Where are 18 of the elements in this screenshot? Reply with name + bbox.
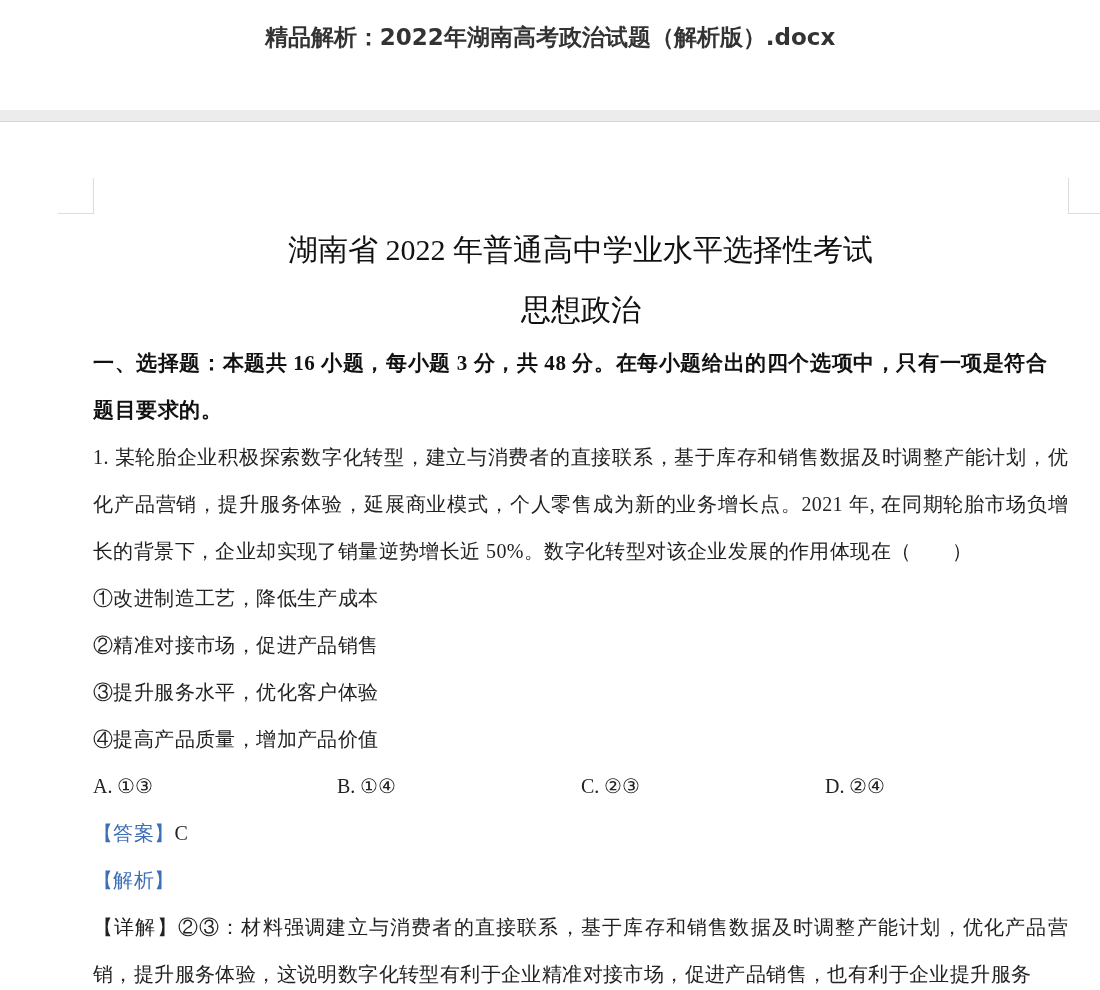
subject-title: 思想政治 xyxy=(519,292,642,328)
answer-choice: B. ①④ xyxy=(337,774,398,799)
answer-choice: D. ②④ xyxy=(825,774,887,799)
answer-line: 【答案】C xyxy=(93,821,190,846)
document-title: 精品解析：2022年湖南高考政治试题（解析版）.docx xyxy=(264,23,836,52)
option-text: ④提高产品质量，增加产品价值 xyxy=(93,727,380,752)
option-text: ①改进制造工艺，降低生产成本 xyxy=(93,586,380,611)
explanation-paragraph: 【详解】②③：材料强调建立与消费者的直接联系，基于库存和销售数据及时调整产能计划，优化产品营销，提升服务体验，这说明数字化转型有利于企业精准对接市场，促进产品销售，也有利于企业提升服务 xyxy=(93,915,1068,987)
option-text: ②精准对接市场，促进产品销售 xyxy=(93,633,380,658)
answer-choice: A. ①③ xyxy=(93,774,155,799)
margin-corner-mark xyxy=(58,178,94,214)
section-heading: 一、选择题：本题共 16 小题，每小题 3 分，共 48 分。在每小题给出的四个选项中，只有一项是符合题目要求的。 xyxy=(93,350,1049,424)
option-text: ③提升服务水平，优化客户体验 xyxy=(93,680,380,705)
answer-choice: C. ②③ xyxy=(581,774,642,799)
margin-corner-mark xyxy=(1068,178,1100,214)
exam-title: 湖南省 2022 年普通高中学业水平选择性考试 xyxy=(287,232,874,268)
analysis-label: 【解析】 xyxy=(93,868,176,893)
question-text: 1. 某轮胎企业积极探索数字化转型，建立与消费者的直接联系，基于库存和销售数据及时调整产能计划，优化产品营销，提升服务体验，延展商业模式，个人零售成为新的业务增长点。2021 年, 在同期轮胎市场负增长的背景下，企业却实现了销量逆势增长近 50%。数字化转型对该企业发展的作用体现在（ ） xyxy=(93,445,1068,564)
